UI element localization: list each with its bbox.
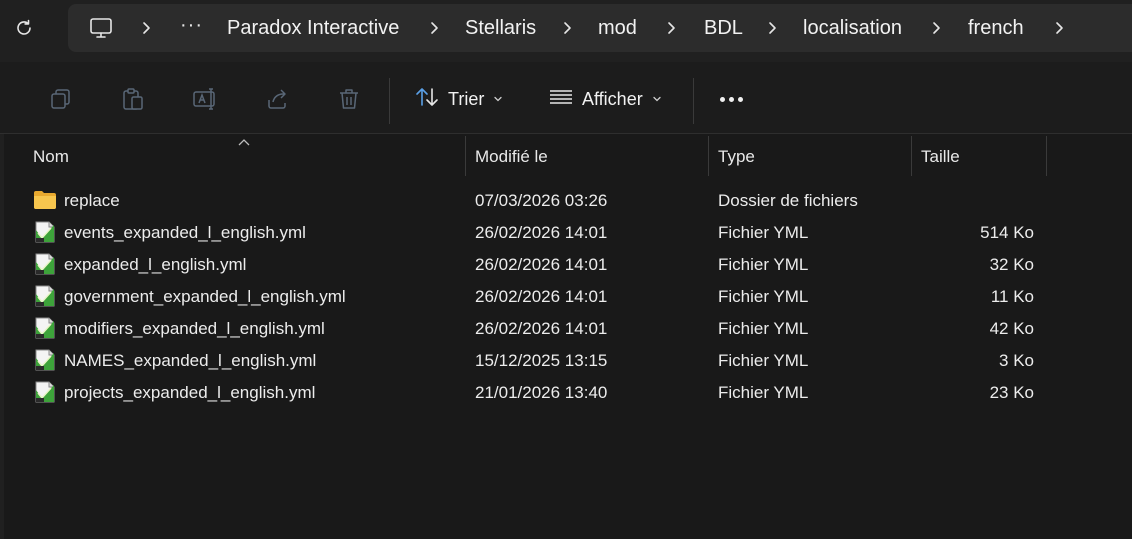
file-row[interactable]: government_expanded_l_english.yml 26/02/2… [24,282,1046,314]
chevron-right-icon[interactable] [1051,20,1067,36]
file-modified: 07/03/2026 03:26 [475,191,608,210]
column-header-name[interactable]: Nom [33,147,69,167]
file-type: Fichier YML [718,351,809,370]
file-name: modifiers_expanded_l_english.yml [64,319,325,338]
column-divider[interactable] [911,136,912,176]
delete-icon[interactable] [336,86,362,112]
file-size: 514 Ko [980,223,1034,242]
breadcrumb-item-mod[interactable]: mod [598,17,637,40]
yml-file-icon [33,252,57,276]
file-modified: 26/02/2026 14:01 [475,287,608,306]
sort-icon [414,85,440,114]
file-type: Dossier de fichiers [718,191,858,210]
file-type: Fichier YML [718,319,809,338]
file-type: Fichier YML [718,255,809,274]
chevron-right-icon[interactable] [426,20,442,36]
file-row[interactable]: expanded_l_english.yml 26/02/2026 14:01 Fi… [24,250,1046,282]
chevron-right-icon[interactable] [663,20,679,36]
rename-icon[interactable] [192,86,218,112]
breadcrumb[interactable]: ··· Paradox Interactive Stellaris mod BD… [68,4,1132,52]
view-label: Afficher [582,88,643,109]
breadcrumb-item-localisation[interactable]: localisation [803,17,902,40]
file-row[interactable]: NAMES_expanded_l_english.yml 15/12/2025 1… [24,346,1046,378]
computer-icon[interactable] [88,15,114,41]
chevron-down-icon [492,89,504,110]
file-name: projects_expanded_l_english.yml [64,383,316,402]
file-type: Fichier YML [718,287,809,306]
file-size: 3 Ko [999,351,1034,370]
file-row[interactable]: events_expanded_l_english.yml 26/02/2026 … [24,218,1046,250]
file-modified: 26/02/2026 14:01 [475,255,608,274]
file-name: events_expanded_l_english.yml [64,223,306,242]
address-area: ··· Paradox Interactive Stellaris mod BD… [0,0,1132,62]
more-icon[interactable] [716,86,746,112]
column-header-type[interactable]: Type [718,147,755,167]
chevron-right-icon[interactable] [928,20,944,36]
file-modified: 15/12/2025 13:15 [475,351,608,370]
command-bar: Trier Afficher [0,62,1132,134]
breadcrumb-item-bdl[interactable]: BDL [704,17,743,40]
navigation-pane-edge [0,134,4,539]
file-row[interactable]: projects_expanded_l_english.yml 21/01/202… [24,378,1046,410]
view-button[interactable]: Afficher [548,86,663,112]
folder-icon [33,188,57,212]
column-divider[interactable] [465,136,466,176]
sort-button[interactable]: Trier [414,86,504,112]
file-size: 42 Ko [989,319,1034,338]
yml-file-icon [33,220,57,244]
breadcrumb-item-stellaris[interactable]: Stellaris [465,17,536,40]
file-row[interactable]: modifiers_expanded_l_english.yml 26/02/20… [24,314,1046,346]
breadcrumb-item-french[interactable]: french [968,17,1024,40]
copy-icon[interactable] [48,86,74,112]
chevron-right-icon[interactable] [559,20,575,36]
breadcrumb-item-paradox[interactable]: Paradox Interactive [227,17,399,40]
chevron-down-icon [651,89,663,110]
file-type: Fichier YML [718,223,809,242]
file-row[interactable]: replace 07/03/2026 03:26 Dossier de fichie… [24,186,1046,218]
yml-file-icon [33,284,57,308]
file-size: 23 Ko [989,383,1034,402]
toolbar-divider [693,78,694,124]
yml-file-icon [33,348,57,372]
file-modified: 21/01/2026 13:40 [475,383,608,402]
breadcrumb-overflow[interactable]: ··· [180,14,203,37]
chevron-right-icon[interactable] [138,20,154,36]
file-modified: 26/02/2026 14:01 [475,223,608,242]
column-header-size[interactable]: Taille [921,147,960,167]
file-name: expanded_l_english.yml [64,255,247,274]
column-divider[interactable] [1046,136,1047,176]
column-header-modified[interactable]: Modifié le [475,147,548,167]
file-name: replace [64,191,120,210]
file-modified: 26/02/2026 14:01 [475,319,608,338]
yml-file-icon [33,380,57,404]
chevron-right-icon[interactable] [764,20,780,36]
paste-icon[interactable] [120,86,146,112]
file-name: NAMES_expanded_l_english.yml [64,351,317,370]
sort-ascending-icon [237,134,251,146]
sort-label: Trier [448,88,485,109]
file-name: government_expanded_l_english.yml [64,287,346,306]
share-icon[interactable] [264,86,290,112]
toolbar-divider [389,78,390,124]
refresh-icon[interactable] [8,12,40,44]
file-size: 32 Ko [989,255,1034,274]
file-size: 11 Ko [990,287,1034,306]
view-icon [548,85,574,114]
column-divider[interactable] [708,136,709,176]
yml-file-icon [33,316,57,340]
file-type: Fichier YML [718,383,809,402]
